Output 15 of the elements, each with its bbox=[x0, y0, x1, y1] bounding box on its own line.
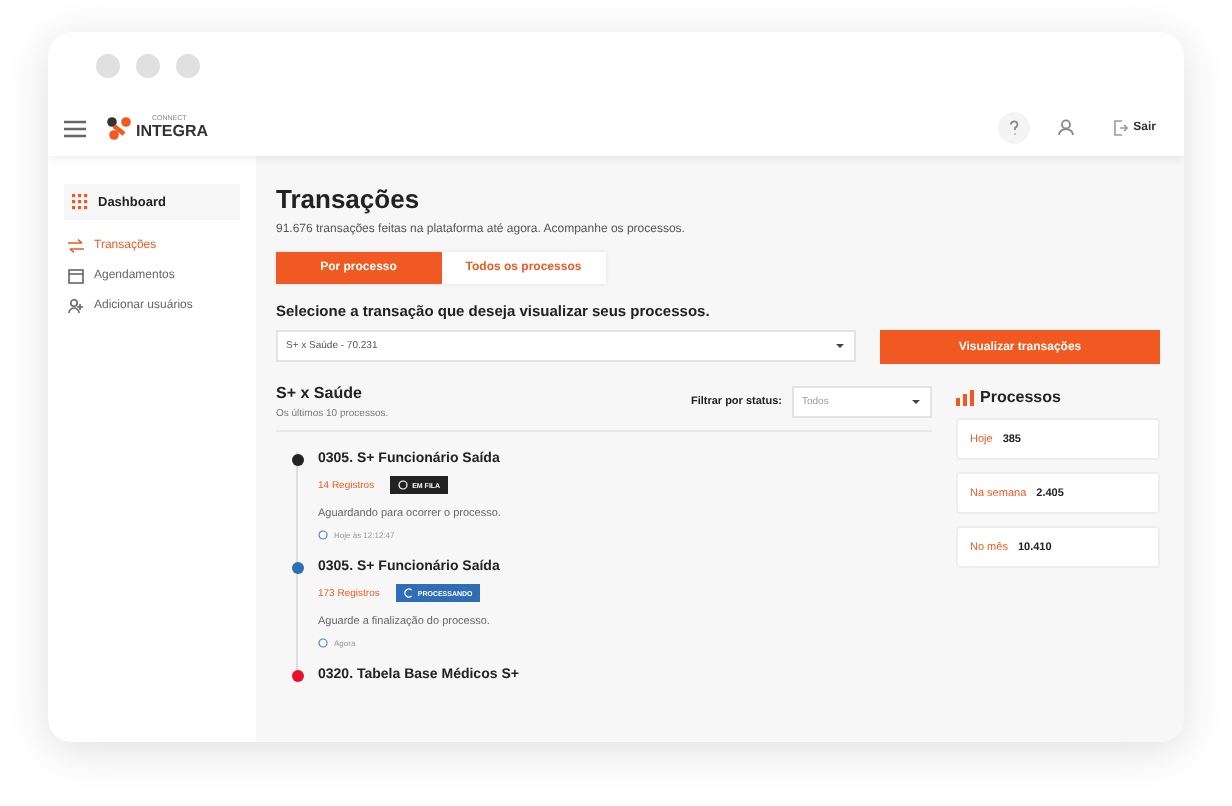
clock-icon bbox=[318, 638, 328, 648]
calendar-icon bbox=[68, 268, 84, 284]
arrows-icon bbox=[68, 238, 84, 254]
add-user-icon bbox=[68, 298, 84, 314]
logout-icon bbox=[1113, 120, 1128, 136]
logo-text: INTEGRA bbox=[136, 123, 208, 140]
clock-icon bbox=[318, 530, 328, 540]
logo-icon bbox=[106, 116, 132, 140]
help-icon[interactable] bbox=[997, 112, 1030, 144]
stats-title: Processos bbox=[980, 388, 1061, 406]
page-title: Transações bbox=[276, 184, 422, 214]
menu-icon[interactable] bbox=[64, 119, 86, 137]
grid-icon bbox=[72, 194, 88, 210]
bar-chart-icon bbox=[956, 389, 974, 405]
section-title: S+ x Saúde bbox=[276, 384, 364, 402]
